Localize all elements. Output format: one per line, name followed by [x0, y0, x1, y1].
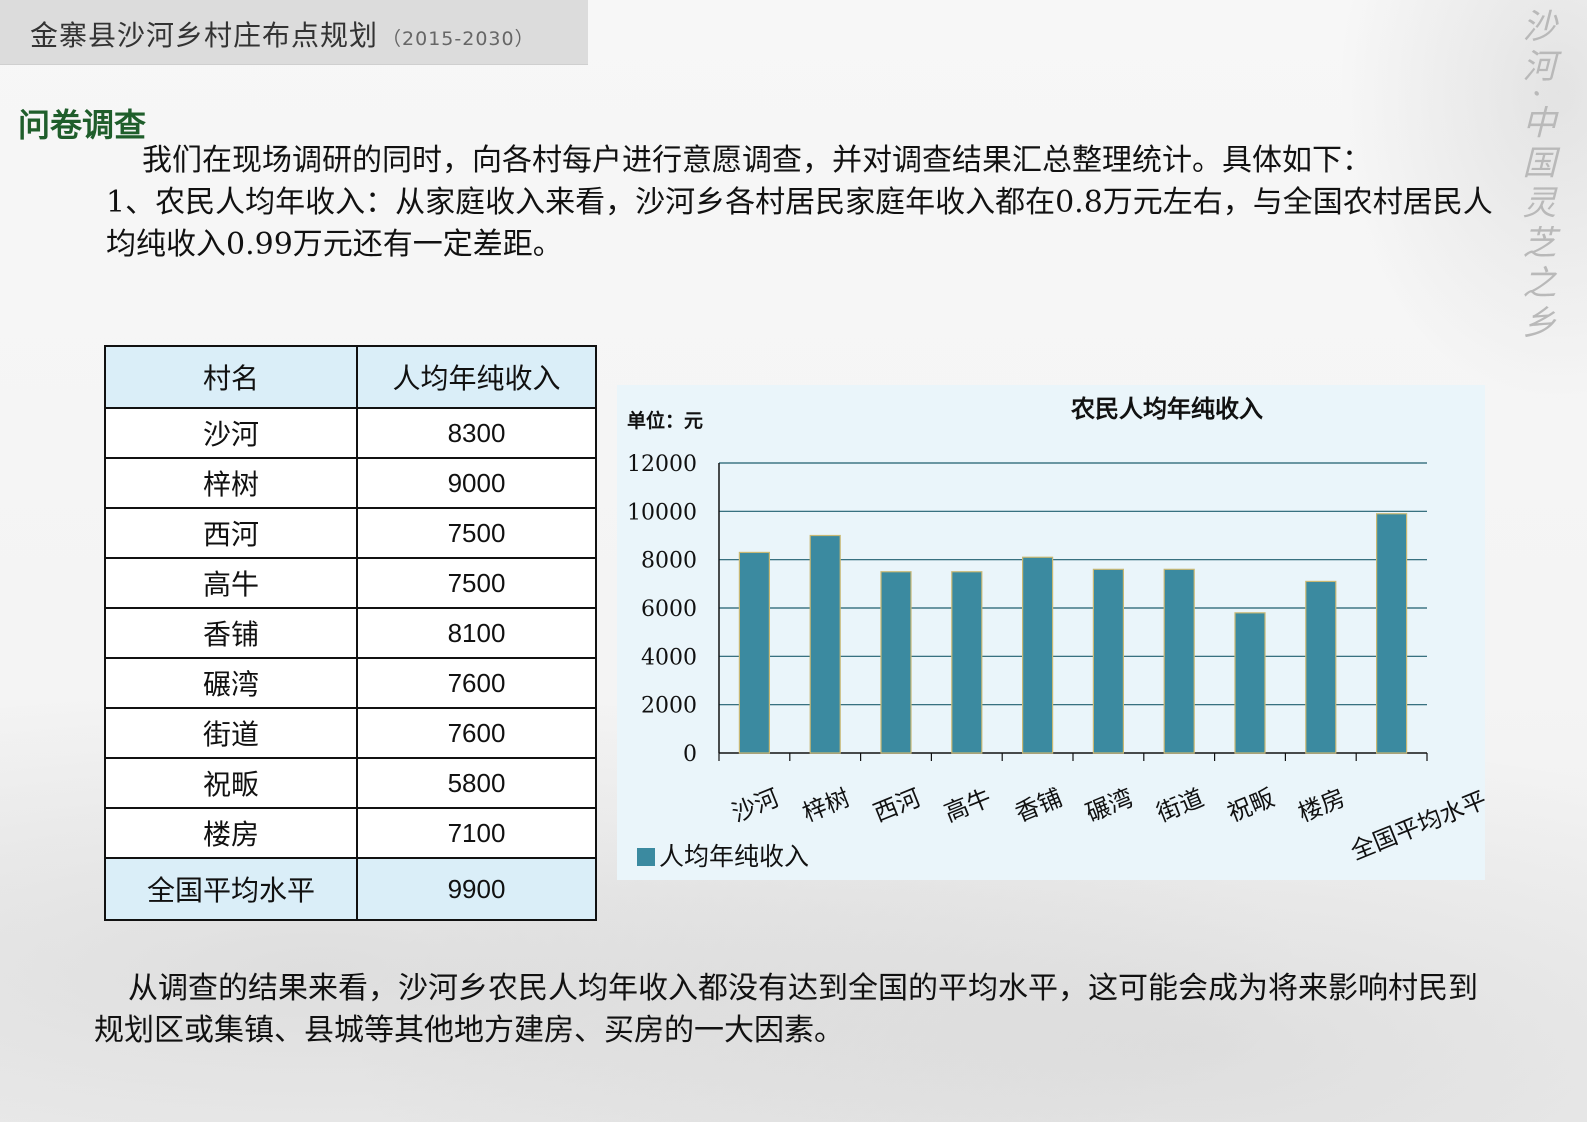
table-cell-village: 香铺	[104, 607, 358, 659]
table-row: 碾湾 7600	[104, 657, 597, 709]
chart-y-tick-label: 4000	[641, 645, 697, 670]
table-row: 高牛 7500	[104, 557, 597, 609]
table-row: 楼房 7100	[104, 807, 597, 859]
page-title: 金寨县沙河乡村庄布点规划 （2015-2030）	[30, 14, 535, 54]
table-cell-income: 9000	[356, 457, 597, 509]
intro-paragraph: 我们在现场调研的同时，向各村每户进行意愿调查，并对调查结果汇总整理统计。具体如下…	[106, 140, 1496, 266]
chart-y-tick-label: 6000	[641, 597, 697, 622]
chart-x-tick-label: 香铺	[1011, 784, 1066, 828]
chart-bar	[1163, 568, 1195, 754]
table-row-average: 全国平均水平 9900	[104, 857, 597, 921]
table-cell-income: 7600	[356, 707, 597, 759]
chart-y-tick-label: 2000	[641, 694, 697, 719]
chart-unit-label: 单位：元	[627, 409, 703, 432]
table-row: 西河 7500	[104, 507, 597, 559]
chart-bar	[738, 551, 771, 754]
chart-bar	[1022, 556, 1054, 754]
income-chart-svg: 农民人均年纯收入 单位：元 0 2000 4000 6000 8000 10000 1200…	[627, 395, 1485, 871]
chart-bar	[951, 571, 983, 754]
page-title-text: 金寨县沙河乡村庄布点规划	[30, 19, 379, 52]
conclusion-paragraph: 从调查的结果来看，沙河乡农民人均年收入都没有达到全国的平均水平，这可能会成为将来…	[94, 968, 1494, 1052]
chart-bar	[1234, 612, 1266, 754]
chart-y-tick-label: 10000	[627, 500, 697, 525]
table-header-village: 村名	[104, 345, 358, 409]
table-cell-village: 楼房	[104, 807, 358, 859]
chart-x-tick-label: 高牛	[940, 784, 995, 828]
chart-legend-label: 人均年纯收入	[659, 842, 809, 871]
table-cell-average-value: 9900	[356, 857, 597, 921]
chart-x-tick-label: 碾湾	[1082, 784, 1137, 828]
table-cell-income: 8300	[356, 407, 597, 459]
income-table: 村名 人均年纯收入 沙河 8300 梓树 9000 西河 7500 高牛 750…	[104, 345, 597, 921]
chart-x-tick-label: 楼房	[1294, 784, 1349, 828]
table-cell-village: 碾湾	[104, 657, 358, 709]
table-row: 街道 7600	[104, 707, 597, 759]
table-row: 香铺 8100	[104, 607, 597, 659]
table-cell-village: 沙河	[104, 407, 358, 459]
chart-legend-swatch	[637, 848, 655, 866]
table-cell-village: 高牛	[104, 557, 358, 609]
table-cell-average-label: 全国平均水平	[104, 857, 358, 921]
table-cell-village: 祝畈	[104, 757, 358, 809]
chart-bars	[738, 513, 1408, 754]
chart-bar	[1375, 513, 1408, 754]
table-cell-village: 街道	[104, 707, 358, 759]
chart-x-tick-label: 祝畈	[1224, 784, 1279, 828]
intro-line-2: 1、农民人均年收入：从家庭收入来看，沙河乡各村居民家庭年收入都在0.8万元左右，…	[106, 185, 1493, 262]
table-header-income: 人均年纯收入	[356, 345, 597, 409]
chart-x-tick-label: 梓树	[799, 784, 854, 828]
table-cell-income: 8100	[356, 607, 597, 659]
chart-y-tick-label: 8000	[641, 549, 697, 574]
income-chart: 农民人均年纯收入 单位：元 0 2000 4000 6000 8000 10000 1200…	[617, 385, 1485, 880]
table-cell-income: 5800	[356, 757, 597, 809]
chart-bar	[1092, 568, 1124, 754]
table-cell-income: 7500	[356, 507, 597, 559]
chart-x-tick-label: 沙河	[728, 784, 783, 828]
table-cell-income: 7600	[356, 657, 597, 709]
chart-y-tick-label: 0	[683, 742, 697, 767]
chart-bar	[1305, 580, 1337, 754]
title-bar: 金寨县沙河乡村庄布点规划 （2015-2030）	[0, 0, 588, 65]
table-row: 沙河 8300	[104, 407, 597, 459]
conclusion-text: 从调查的结果来看，沙河乡农民人均年收入都没有达到全国的平均水平，这可能会成为将来…	[94, 971, 1478, 1048]
chart-x-tick-label: 全国平均水平	[1347, 786, 1485, 866]
vertical-slogan: 沙河·中国灵芝之乡	[1516, 8, 1556, 345]
table-row: 祝畈 5800	[104, 757, 597, 809]
table-row: 梓树 9000	[104, 457, 597, 509]
chart-bar	[880, 571, 912, 754]
page-title-years: （2015-2030）	[382, 28, 535, 50]
table-cell-income: 7500	[356, 557, 597, 609]
chart-x-tick-label: 西河	[870, 784, 925, 828]
table-cell-income: 7100	[356, 807, 597, 859]
table-cell-village: 梓树	[104, 457, 358, 509]
chart-legend: 人均年纯收入	[637, 842, 809, 871]
chart-bar	[809, 534, 841, 754]
chart-x-axis: 沙河 梓树 西河 高牛 香铺 碾湾 街道 祝畈 楼房全国平均水平	[718, 753, 1485, 866]
table-cell-village: 西河	[104, 507, 358, 559]
table-header-row: 村名 人均年纯收入	[104, 345, 597, 409]
intro-line-1: 我们在现场调研的同时，向各村每户进行意愿调查，并对调查结果汇总整理统计。具体如下…	[106, 140, 1496, 182]
chart-x-tick-label: 街道	[1153, 784, 1208, 828]
intro-line-1-text: 我们在现场调研的同时，向各村每户进行意愿调查，并对调查结果汇总整理统计。具体如下…	[142, 143, 1372, 178]
chart-title: 农民人均年纯收入	[1070, 395, 1263, 423]
chart-y-tick-label: 12000	[627, 452, 697, 477]
